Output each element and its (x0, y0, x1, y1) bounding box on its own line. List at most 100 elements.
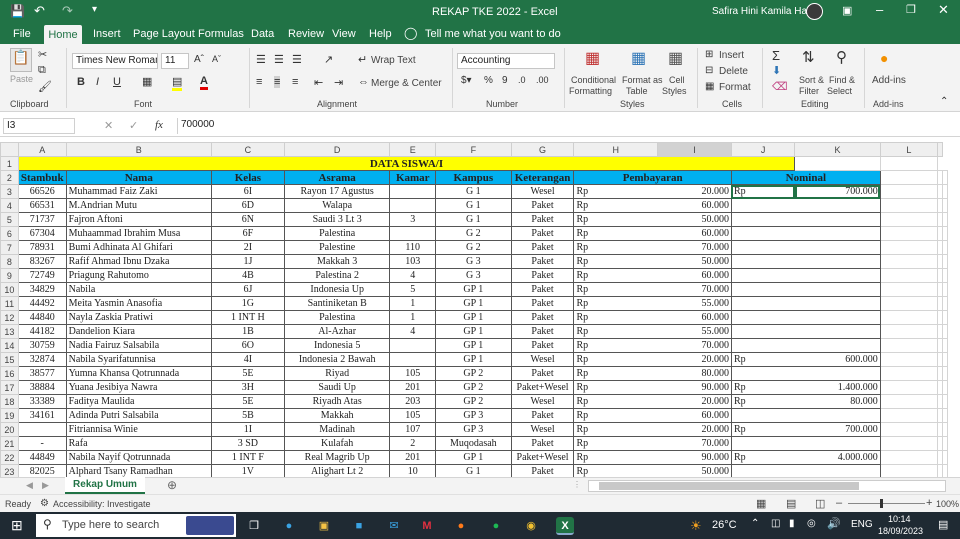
delete-cells-button[interactable]: Delete (719, 66, 748, 77)
cell[interactable] (879, 436, 939, 451)
cell[interactable] (794, 310, 881, 325)
cell[interactable]: Paket (510, 296, 575, 311)
align-right-icon[interactable]: ≡ (292, 76, 298, 88)
formula-input[interactable]: 700000 (177, 118, 947, 134)
cell[interactable]: - (17, 436, 67, 451)
cell[interactable]: 20.000 (657, 394, 732, 409)
cell[interactable]: Bumi Adhinata Al Ghifari (65, 240, 212, 255)
cell[interactable] (879, 422, 939, 437)
cell[interactable]: Madinah (283, 422, 391, 437)
cell[interactable] (879, 268, 939, 283)
cell[interactable]: 1 (389, 296, 437, 311)
column-header[interactable]: E (389, 142, 437, 157)
cell[interactable] (794, 240, 881, 255)
align-middle-icon[interactable]: ☰ (274, 53, 284, 66)
tray-overflow-icon[interactable]: ⌃ (751, 518, 759, 529)
cell[interactable]: Palestina 2 (283, 268, 391, 283)
cell[interactable] (942, 310, 948, 325)
cell[interactable] (942, 296, 948, 311)
cut-icon[interactable]: ✂ (38, 48, 47, 61)
language-indicator[interactable]: ENG (851, 519, 873, 530)
row-header[interactable]: 11 (0, 296, 19, 311)
cell[interactable]: Paket (510, 212, 575, 227)
header-cell[interactable]: Kelas (210, 170, 285, 185)
cell[interactable]: Muhaammad Ibrahim Musa (65, 226, 212, 241)
format-as-table-button[interactable]: Format as (622, 75, 663, 85)
cell[interactable] (794, 296, 881, 311)
cell[interactable]: 110 (389, 240, 437, 255)
zoom-slider-thumb[interactable] (880, 499, 883, 508)
prev-sheet-icon[interactable]: ◀ (26, 480, 33, 491)
windows-start-icon[interactable]: ⊞ (11, 517, 23, 534)
zoom-slider[interactable] (848, 503, 925, 504)
column-header[interactable]: A (17, 142, 67, 157)
cell[interactable] (942, 282, 948, 297)
cell[interactable]: 70.000 (657, 338, 732, 353)
excel-taskbar-icon[interactable]: X (556, 517, 574, 535)
cell[interactable] (942, 226, 948, 241)
cell[interactable]: 90.000 (657, 450, 732, 465)
cell[interactable]: Nabila Nayif Qotrunnada (65, 450, 212, 465)
cell[interactable]: Rayon 17 Agustus (283, 184, 391, 199)
row-header[interactable]: 17 (0, 380, 19, 395)
cell[interactable] (730, 226, 795, 241)
cell[interactable] (794, 268, 881, 283)
italic-button[interactable]: I (96, 76, 99, 88)
currency-icon[interactable]: $▾ (461, 75, 472, 86)
cell[interactable]: 20.000 (657, 422, 732, 437)
sheet-tab-rekap-umum[interactable]: Rekap Umum (65, 477, 145, 494)
cell[interactable] (794, 366, 881, 381)
cell[interactable]: Priagung Rahutomo (65, 268, 212, 283)
cell[interactable]: Rp (573, 352, 658, 367)
cell[interactable]: Rp (730, 352, 795, 367)
cell[interactable]: Paket (510, 240, 575, 255)
cell[interactable]: 6O (210, 338, 285, 353)
cell[interactable] (879, 408, 939, 423)
cell[interactable] (730, 254, 795, 269)
cell[interactable] (879, 310, 939, 325)
cell[interactable]: 103 (389, 254, 437, 269)
cell[interactable]: Rp (573, 296, 658, 311)
cell[interactable]: 2I (210, 240, 285, 255)
cell[interactable]: 107 (389, 422, 437, 437)
cell[interactable]: 5 (389, 282, 437, 297)
cell[interactable]: Palestina (283, 226, 391, 241)
align-bottom-icon[interactable]: ☰ (292, 53, 302, 66)
cell[interactable] (879, 352, 939, 367)
cell[interactable]: Fajron Aftoni (65, 212, 212, 227)
cell[interactable]: 60.000 (657, 226, 732, 241)
cell[interactable] (794, 212, 881, 227)
cell[interactable]: 4 (389, 268, 437, 283)
cell[interactable]: Rp (573, 464, 658, 477)
cell[interactable]: Indonesia Up (283, 282, 391, 297)
cell[interactable] (879, 170, 939, 185)
cell[interactable]: Rp (573, 450, 658, 465)
cell[interactable]: 90.000 (657, 380, 732, 395)
cell[interactable]: Rp (573, 324, 658, 339)
new-sheet-icon[interactable]: ⊕ (167, 478, 177, 492)
cell[interactable]: 4B (210, 268, 285, 283)
row-header[interactable]: 7 (0, 240, 19, 255)
increase-font-icon[interactable]: Aˆ (194, 54, 204, 65)
cell[interactable] (942, 170, 948, 185)
cell[interactable] (730, 198, 795, 213)
cell[interactable]: Real Magrib Up (283, 450, 391, 465)
tab-insert[interactable]: Insert (91, 24, 123, 44)
column-header[interactable]: J (730, 142, 796, 157)
cell[interactable]: Wesel (510, 394, 575, 409)
volume-icon[interactable]: 🔊 (827, 517, 841, 530)
cell[interactable]: 1J (210, 254, 285, 269)
cell[interactable] (942, 450, 948, 465)
cell[interactable]: 6I (210, 184, 285, 199)
cell[interactable]: Wesel (510, 184, 575, 199)
row-header[interactable]: 2 (0, 170, 19, 185)
paste-button[interactable]: Paste (10, 74, 33, 84)
cell[interactable]: Paket (510, 324, 575, 339)
cell[interactable] (730, 310, 795, 325)
cell[interactable]: G 1 (435, 212, 512, 227)
page-layout-view-icon[interactable]: ▤ (786, 497, 796, 510)
cell[interactable]: Rp (573, 310, 658, 325)
zoom-level[interactable]: 100% (936, 499, 959, 509)
add-ins-button[interactable]: Add-ins (872, 75, 906, 86)
cell[interactable]: Paket (510, 198, 575, 213)
